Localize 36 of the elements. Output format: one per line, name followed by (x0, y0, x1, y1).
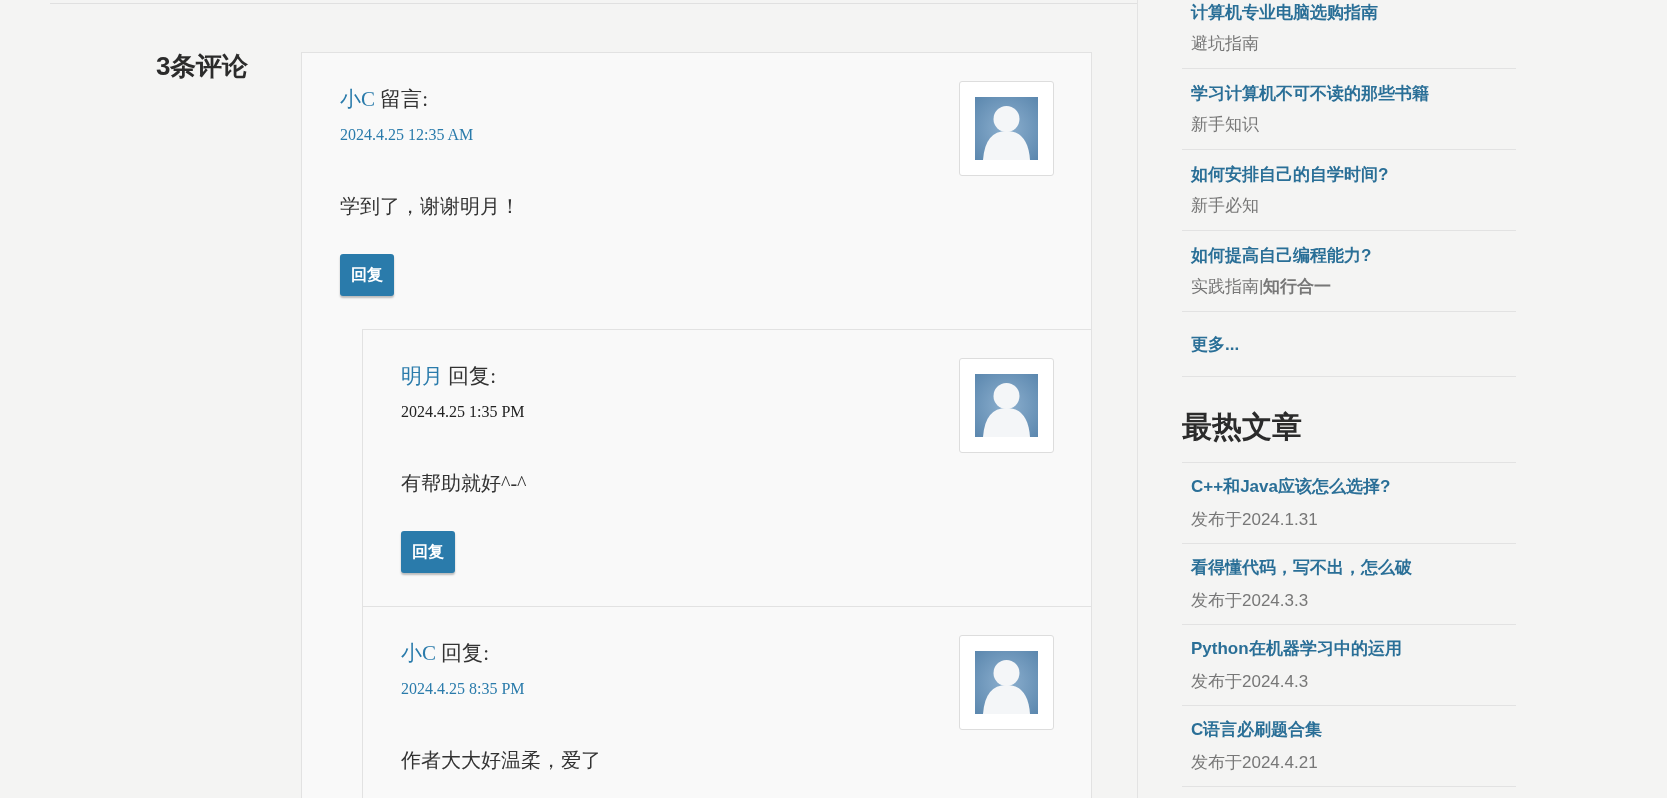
article-tag: 实践指南|知行合一 (1191, 274, 1332, 300)
comment-date: 2024.4.25 1:35 PM (401, 402, 525, 422)
avatar-icon (975, 97, 1038, 160)
article-tag: 新手知识 (1191, 112, 1259, 138)
comment-text: 学到了，谢谢明月！ (340, 194, 521, 219)
article-link[interactable]: 计算机专业电脑选购指南 (1191, 0, 1378, 26)
article-link[interactable]: 如何安排自己的自学时间? (1191, 162, 1389, 188)
avatar-icon (975, 374, 1038, 437)
article-link[interactable]: 如何提高自己编程能力? (1191, 243, 1372, 269)
article-date: 发布于2024.1.31 (1191, 509, 1318, 531)
avatar-icon (975, 651, 1038, 714)
article-tag: 新手必知 (1191, 193, 1259, 219)
article-link[interactable]: C语言必刷题合集 (1191, 717, 1323, 743)
comment-author[interactable]: 小C (401, 641, 436, 665)
article-date: 发布于2024.4.21 (1191, 752, 1318, 774)
comment-author[interactable]: 小C (340, 87, 375, 111)
reply-button[interactable]: 回复 (401, 531, 455, 573)
article-date: 发布于2024.3.3 (1191, 590, 1309, 612)
comment-author[interactable]: 明月 (401, 364, 443, 388)
reply-button[interactable]: 回复 (340, 254, 394, 296)
comment-date[interactable]: 2024.4.25 8:35 PM (401, 678, 525, 700)
comment-text: 作者大大好温柔，爱了 (401, 748, 602, 773)
comments-heading: 3条评论 (156, 52, 250, 83)
comment-action: 回复: (441, 641, 490, 665)
comment-text: 有帮助就好^-^ (401, 471, 528, 496)
comment-action: 回复: (448, 364, 497, 388)
article-tag: 避坑指南 (1191, 31, 1259, 57)
article-link[interactable]: 更多... (1191, 332, 1240, 358)
article-link[interactable]: C++和Java应该怎么选择? (1191, 474, 1391, 500)
article-link[interactable]: 学习计算机不可不读的那些书籍 (1191, 81, 1429, 107)
hot-articles-heading: 最热文章 (1182, 409, 1516, 463)
article-link[interactable]: Python在机器学习中的运用 (1191, 636, 1402, 662)
article-link[interactable]: 看得懂代码，写不出，怎么破 (1191, 555, 1412, 581)
comment-date[interactable]: 2024.4.25 12:35 AM (340, 124, 474, 146)
comment-action: 留言: (380, 87, 429, 111)
article-date: 发布于2024.4.3 (1191, 671, 1309, 693)
